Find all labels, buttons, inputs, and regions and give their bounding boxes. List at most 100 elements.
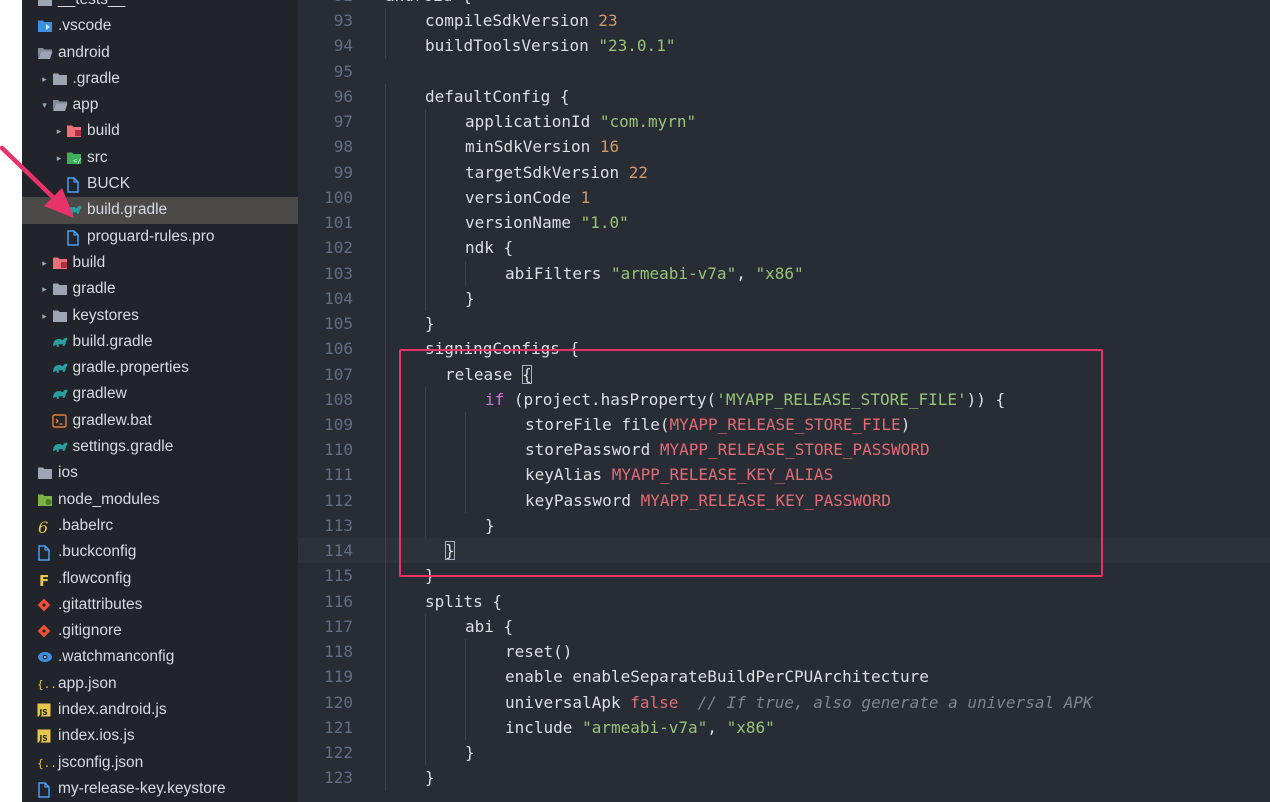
flow-icon: F: [37, 572, 53, 588]
tree-item[interactable]: __tests__: [22, 0, 298, 13]
indent-guide: [385, 311, 386, 337]
collapse-arrow-icon[interactable]: ▸: [40, 303, 50, 329]
tree-item[interactable]: .buckconfig: [22, 539, 298, 565]
collapse-arrow-icon[interactable]: ▸: [54, 118, 64, 144]
code-token: ,: [736, 263, 756, 283]
tree-item[interactable]: gradlew.bat: [22, 408, 298, 434]
code-line[interactable]: 95: [298, 59, 1270, 84]
code-line[interactable]: 108 if (project.hasProperty('MYAPP_RELEAS…: [298, 386, 1270, 412]
code-line[interactable]: 119 enable enableSeparateBuildPerCPUArchi…: [298, 664, 1270, 690]
tree-item[interactable]: JS index.ios.js: [22, 723, 298, 749]
tree-item[interactable]: node_modules: [22, 487, 298, 513]
code-text: }: [425, 563, 435, 588]
project-tree-panel[interactable]: __tests__ .vscode android ▸ .gradle ▾ app ▸ buil…: [22, 0, 298, 802]
tree-item[interactable]: BUCK: [22, 171, 298, 197]
code-line[interactable]: 100 versionCode 1: [298, 184, 1270, 211]
tree-item[interactable]: 6 .babelrc: [22, 513, 298, 539]
code-line[interactable]: 97 applicationId "com.myrn": [298, 109, 1270, 135]
indent-guide: [385, 33, 386, 59]
tree-item-label: gradle: [72, 280, 116, 298]
code-editor[interactable]: 92 android {93 compileSdkVersion 23 94 build…: [298, 0, 1270, 802]
code-line[interactable]: 104}: [298, 285, 1270, 312]
code-line[interactable]: 101 versionName "1.0": [298, 210, 1270, 236]
code-line[interactable]: 96 defaultConfig {: [298, 83, 1270, 110]
indent-guide: [385, 639, 386, 665]
tree-item[interactable]: JS index.android.js: [22, 697, 298, 723]
code-line[interactable]: 112 keyPassword MYAPP_RELEASE_KEY_PASSWOR…: [298, 487, 1270, 513]
tree-item[interactable]: .vscode: [22, 13, 298, 39]
tree-item[interactable]: ▸ keystores: [22, 303, 298, 329]
collapse-arrow-icon[interactable]: ▸: [40, 276, 50, 302]
code-text: keyAlias MYAPP_RELEASE_KEY_ALIAS: [525, 462, 833, 487]
tree-item[interactable]: ▾ app: [22, 92, 298, 118]
indent-guide: [385, 235, 386, 261]
line-number: 114: [324, 541, 353, 561]
tree-item[interactable]: {..}jsconfig.json: [22, 750, 298, 776]
tree-item[interactable]: my-release-key.keystore: [22, 776, 298, 802]
tree-item[interactable]: android: [22, 40, 298, 66]
code-line[interactable]: 117 abi {: [298, 613, 1270, 640]
code-line[interactable]: 116 splits {: [298, 588, 1270, 614]
tree-item[interactable]: build.gradle: [22, 329, 298, 355]
tree-item[interactable]: proguard-rules.pro: [22, 224, 298, 250]
code-token: abi {: [465, 616, 514, 636]
code-token: }: [425, 314, 435, 334]
line-number: 106: [324, 339, 353, 359]
tree-item-label: build: [72, 253, 106, 271]
folder-icon: [52, 72, 68, 86]
code-line[interactable]: 92 android {: [298, 0, 1270, 8]
file-icon: [66, 229, 82, 246]
code-line[interactable]: 113}: [298, 512, 1270, 539]
code-line[interactable]: 94 buildToolsVersion "23.0.1": [298, 33, 1270, 59]
tree-item[interactable]: .watchmanconfig: [22, 644, 298, 670]
tree-item[interactable]: .gitattributes: [22, 592, 298, 618]
code-text: defaultConfig {: [425, 84, 570, 109]
tree-item[interactable]: gradlew: [22, 381, 298, 407]
tree-item[interactable]: ▸ build: [22, 250, 298, 276]
indent-guide: [425, 437, 426, 463]
code-line[interactable]: 114}: [298, 538, 1270, 564]
tree-item[interactable]: F .flowconfig: [22, 566, 298, 592]
tree-item[interactable]: .gitignore: [22, 618, 298, 644]
indent-guide: [385, 134, 386, 160]
code-token: enable enableSeparateBuildPerCPUArchitec…: [505, 667, 929, 687]
code-line[interactable]: 106 signingConfigs {: [298, 336, 1270, 362]
indent-guide: [465, 462, 466, 488]
code-line[interactable]: 99 targetSdkVersion 22: [298, 159, 1270, 185]
tree-item[interactable]: settings.gradle: [22, 434, 298, 460]
tree-item-label: build.gradle: [87, 201, 168, 219]
code-line[interactable]: 93 compileSdkVersion 23: [298, 8, 1270, 34]
code-token: 1: [580, 187, 591, 207]
code-line[interactable]: 105}: [298, 311, 1270, 337]
tree-item[interactable]: ▸ .gradle: [22, 66, 298, 92]
collapse-arrow-icon[interactable]: ▸: [40, 66, 50, 92]
tree-item[interactable]: ▸ </> src: [22, 145, 298, 171]
gradle-icon: [52, 440, 68, 454]
code-line[interactable]: 102 ndk {: [298, 235, 1270, 261]
code-line[interactable]: 107 release {: [298, 361, 1270, 387]
code-line[interactable]: 122}: [298, 740, 1270, 766]
code-line[interactable]: 103 abiFilters "armeabi-v7a", "x86": [298, 260, 1270, 286]
expand-arrow-icon[interactable]: ▾: [40, 92, 50, 118]
code-line[interactable]: 98 minSdkVersion 16: [298, 134, 1270, 160]
line-number: 111: [324, 465, 353, 485]
code-line[interactable]: 121 include "armeabi-v7a", "x86": [298, 714, 1270, 741]
code-line[interactable]: 111 keyAlias MYAPP_RELEASE_KEY_ALIAS: [298, 462, 1270, 488]
code-line[interactable]: 123}: [298, 765, 1270, 791]
tree-item[interactable]: ▸ gradle: [22, 276, 298, 302]
code-line[interactable]: 120 universalApk false // If true, also g…: [298, 689, 1270, 715]
line-number: 99: [333, 162, 353, 182]
code-line[interactable]: 109 storeFile file(MYAPP_RELEASE_STORE_FI…: [298, 411, 1270, 438]
code-line[interactable]: 110 storePassword MYAPP_RELEASE_STORE_PAS…: [298, 437, 1270, 463]
collapse-arrow-icon[interactable]: ▸: [54, 145, 64, 171]
tree-item[interactable]: ▸ build: [22, 118, 298, 144]
collapse-arrow-icon[interactable]: ▸: [40, 250, 50, 276]
tree-item[interactable]: gradle.properties: [22, 355, 298, 381]
tree-item[interactable]: ios: [22, 460, 298, 486]
code-line[interactable]: 118 reset(): [298, 639, 1270, 665]
tree-item[interactable]: {..}app.json: [22, 671, 298, 697]
line-number: 121: [324, 717, 353, 737]
indent-guide: [425, 109, 426, 135]
code-line[interactable]: 115}: [298, 563, 1270, 589]
tree-item[interactable]: build.gradle: [22, 197, 298, 224]
